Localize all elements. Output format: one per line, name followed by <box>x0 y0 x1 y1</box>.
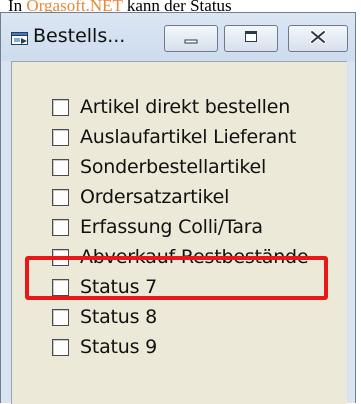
checkbox[interactable] <box>52 188 69 206</box>
checkbox-row[interactable]: Sonderbestellartikel <box>52 155 266 179</box>
status-dialog-window: Bestells... Artikel direkt bestellen Aus… <box>0 12 356 404</box>
close-button[interactable] <box>288 25 348 52</box>
app-window-icon[interactable] <box>11 31 29 45</box>
checkbox[interactable] <box>52 158 69 176</box>
checkbox-row[interactable]: Erfassung Colli/Tara <box>52 215 263 239</box>
checkbox[interactable] <box>52 338 69 356</box>
minimize-icon <box>183 29 199 48</box>
checkbox[interactable] <box>52 308 69 326</box>
checkbox-row[interactable]: Auslaufartikel Lieferant <box>52 125 296 149</box>
checkbox-label: Artikel direkt bestellen <box>80 96 291 118</box>
title-bar[interactable]: Bestells... <box>1 13 355 61</box>
highlight-box <box>25 256 328 300</box>
checkbox-row[interactable]: Status 8 <box>52 305 157 329</box>
checkbox[interactable] <box>52 128 69 146</box>
minimize-button[interactable] <box>164 25 218 52</box>
checkbox-label: Erfassung Colli/Tara <box>80 216 263 238</box>
checkbox-label: Sonderbestellartikel <box>80 156 267 178</box>
window-title: Bestells... <box>33 25 126 47</box>
checkbox-row[interactable]: Ordersatzartikel <box>52 185 229 209</box>
checkbox-label: Ordersatzartikel <box>80 186 230 208</box>
checkbox-label: Auslaufartikel Lieferant <box>80 126 297 148</box>
checkbox-label: Status 8 <box>80 306 158 328</box>
maximize-button[interactable] <box>224 25 278 52</box>
maximize-icon <box>243 29 259 48</box>
checkbox-row[interactable]: Status 9 <box>52 335 157 359</box>
checkbox-row[interactable]: Artikel direkt bestellen <box>52 95 290 119</box>
client-area: Artikel direkt bestellen Auslaufartikel … <box>11 61 347 404</box>
checkbox[interactable] <box>52 98 69 116</box>
close-icon <box>309 29 327 48</box>
checkbox[interactable] <box>52 218 69 236</box>
checkbox-label: Status 9 <box>80 336 158 358</box>
